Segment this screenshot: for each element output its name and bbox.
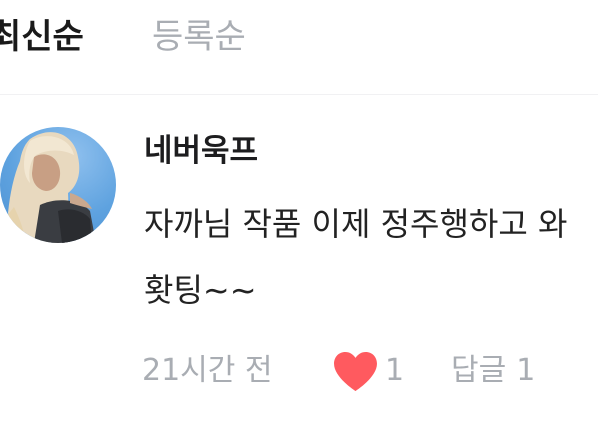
comment-text-line: 자까님 작품 이제 정주행하고 와 <box>144 205 568 243</box>
comment-text-line: 홧팅~~ <box>144 271 257 309</box>
avatar[interactable] <box>0 127 116 243</box>
avatar-photo-icon <box>4 132 96 243</box>
sort-tabs: 최신순 등록순 <box>0 12 598 62</box>
like-count: 1 <box>385 353 405 388</box>
comment-timestamp: 21시간 전 <box>142 353 273 388</box>
comment-meta: 21시간 전 1 답글 1 <box>0 345 598 397</box>
reply-label: 답글 <box>451 353 507 388</box>
sort-tab-registered[interactable]: 등록순 <box>152 12 246 62</box>
like-button[interactable]: 1 <box>332 349 412 393</box>
comment-text: 자까님 작품 이제 정주행하고 와 홧팅~~ <box>144 191 598 311</box>
reply-button[interactable]: 답글 1 <box>451 345 535 397</box>
heart-icon <box>334 351 377 392</box>
comment-author[interactable]: 네버욱프 <box>144 129 258 173</box>
sort-tab-latest[interactable]: 최신순 <box>0 12 84 62</box>
reply-count: 1 <box>516 353 536 388</box>
comment-item: 네버욱프 자까님 작품 이제 정주행하고 와 홧팅~~ 21시간 전 1 답글 1 <box>0 95 598 448</box>
